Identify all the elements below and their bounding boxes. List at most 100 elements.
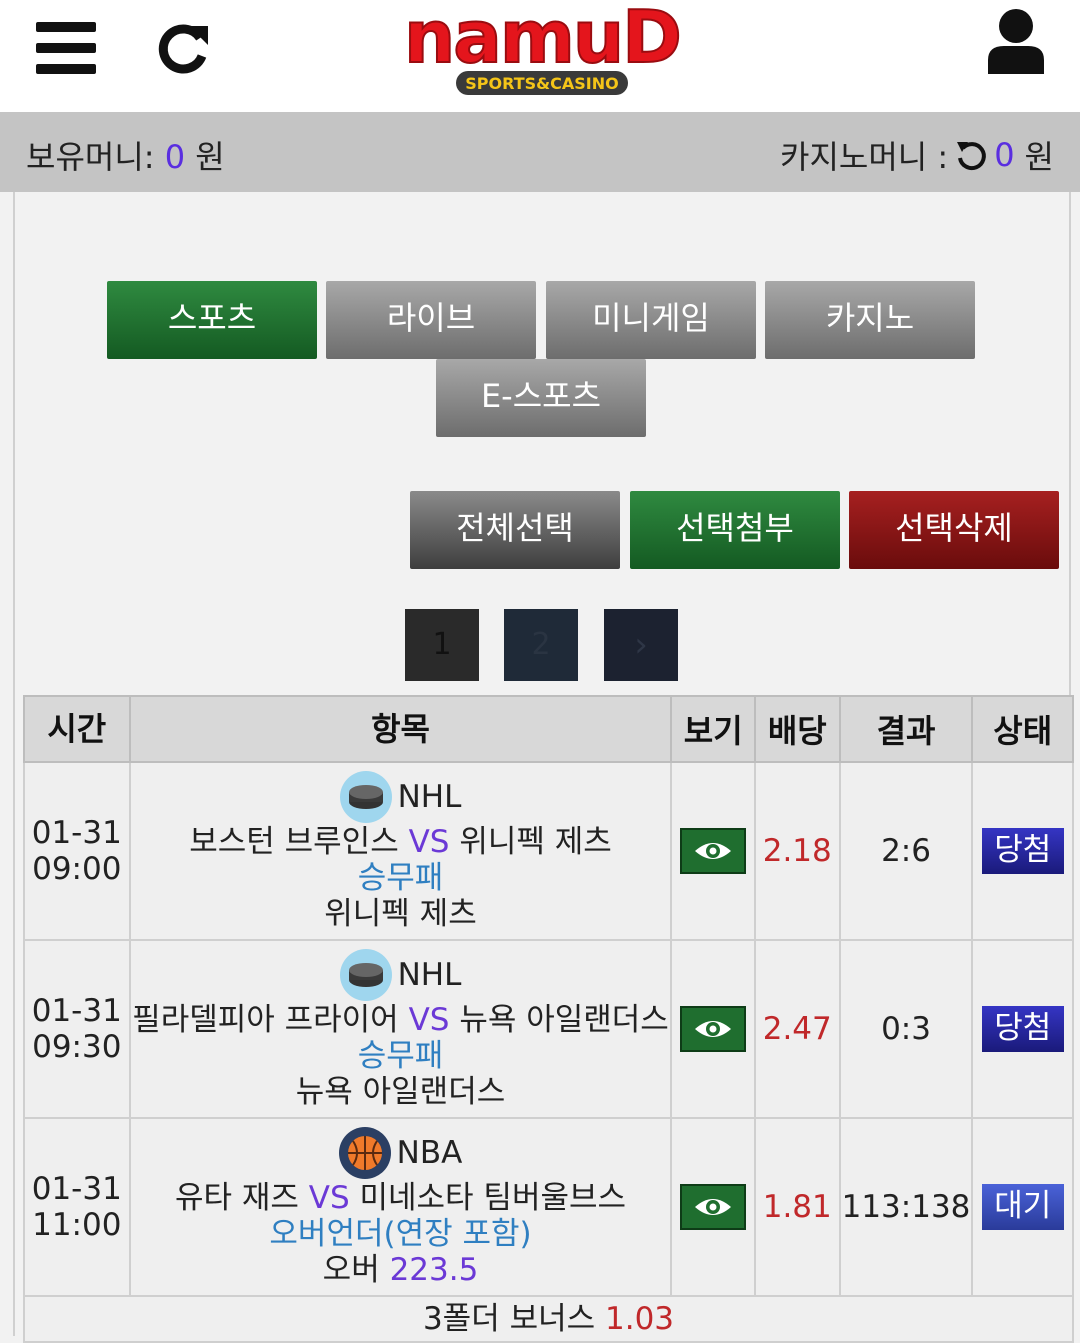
table-row: 01-31 09:30 NHL 필라델피아 프라이어 VS 뉴욕 아일랜더스 승… — [23, 939, 1074, 1119]
bet-time: 09:30 — [32, 1029, 122, 1065]
tab-casino[interactable]: 카지노 — [765, 281, 975, 359]
pick-line: 223.5 — [389, 1252, 479, 1288]
bet-type: 오버언더(연장 포함) — [269, 1216, 532, 1252]
away-team: 뉴욕 아일랜더스 — [459, 1002, 669, 1038]
home-team: 필라델피아 프라이어 — [132, 1002, 399, 1038]
hold-money-label: 보유머니: — [26, 138, 155, 176]
header-result: 결과 — [838, 695, 974, 763]
svg-text:SPORTS&CASINO: SPORTS&CASINO — [465, 74, 618, 93]
match-teams: 필라델피아 프라이어 VS 뉴욕 아일랜더스 — [131, 1002, 671, 1038]
time-cell: 01-31 09:30 — [23, 939, 131, 1119]
attach-selected-button[interactable]: 선택첨부 — [630, 491, 840, 569]
hamburger-menu-icon[interactable] — [36, 22, 96, 74]
away-team: 미네소타 팀버울브스 — [359, 1180, 627, 1216]
result-cell: 0:3 — [838, 939, 974, 1119]
eye-icon — [695, 1199, 732, 1215]
bet-date: 01-31 — [31, 993, 122, 1029]
vs-label: VS — [408, 1002, 450, 1038]
pick-text: 오버 — [322, 1252, 380, 1288]
bet-history-table: 시간 항목 보기 배당 결과 상태 01-31 09:00 NHL 보스턴 브루… — [23, 695, 1074, 1343]
tab-minigame[interactable]: 미니게임 — [546, 281, 756, 359]
league-name: NBA — [396, 1135, 463, 1171]
vs-label: VS — [408, 824, 450, 860]
view-cell — [670, 761, 756, 941]
status-cell: 대기 — [971, 1117, 1074, 1297]
match-cell: NHL 보스턴 브루인스 VS 위니펙 제츠 승무패 위니펙 제츠 — [128, 761, 673, 941]
odds-cell: 1.81 — [753, 1117, 841, 1297]
bet-type: 승무패 — [357, 860, 444, 896]
user-icon[interactable] — [986, 8, 1046, 74]
select-all-button[interactable]: 전체선택 — [410, 491, 620, 569]
hockey-puck-icon — [339, 771, 392, 823]
table-header-row: 시간 항목 보기 배당 결과 상태 — [23, 695, 1074, 763]
status-badge: 당첨 — [981, 1006, 1064, 1052]
page-2-button[interactable]: 2 — [504, 609, 578, 681]
league-line: NHL — [131, 948, 671, 1002]
casino-money-unit: 원 — [1024, 138, 1054, 176]
time-cell: 01-31 11:00 — [23, 1117, 131, 1297]
eye-icon — [695, 843, 732, 859]
league-line: NBA — [131, 1126, 671, 1180]
table-row: 01-31 09:00 NHL 보스턴 브루인스 VS 위니펙 제츠 승무패 위 — [23, 761, 1074, 941]
namud-logo[interactable]: namuD SPORTS&CASINO — [372, 0, 712, 100]
league-name: NHL — [397, 779, 462, 815]
bet-date: 01-31 — [31, 815, 122, 851]
tab-live[interactable]: 라이브 — [326, 281, 536, 359]
view-cell — [670, 939, 756, 1119]
vs-label: VS — [308, 1180, 350, 1216]
delete-selected-button[interactable]: 선택삭제 — [849, 491, 1059, 569]
casino-money-value: 0 — [994, 136, 1015, 174]
league-name: NHL — [397, 957, 462, 993]
status-cell: 당첨 — [971, 939, 1074, 1119]
page-1-button[interactable]: 1 — [405, 609, 479, 681]
hold-money-value: 0 — [164, 138, 186, 176]
bonus-cell: 3폴더 보너스 1.03 — [23, 1295, 1074, 1343]
refresh-icon[interactable] — [156, 20, 212, 76]
bet-pick: 오버 223.5 — [131, 1252, 671, 1288]
view-button[interactable] — [680, 1184, 747, 1230]
bonus-value: 1.03 — [605, 1301, 675, 1337]
status-cell: 당첨 — [971, 761, 1074, 941]
casino-money-label: 카지노머니 : — [780, 138, 949, 176]
header-odds: 배당 — [753, 695, 841, 763]
home-team: 유타 재즈 — [174, 1180, 299, 1216]
top-bar: namuD SPORTS&CASINO — [0, 0, 1080, 112]
pick-text: 뉴욕 아일랜더스 — [295, 1074, 506, 1110]
view-button[interactable] — [680, 828, 747, 874]
bet-time: 09:00 — [32, 851, 122, 887]
odds-cell: 2.18 — [753, 761, 841, 941]
bet-pick: 위니펙 제츠 — [131, 896, 671, 932]
bet-date: 01-31 — [31, 1171, 122, 1207]
view-cell — [670, 1117, 756, 1297]
hockey-puck-icon — [339, 949, 392, 1001]
header-view: 보기 — [670, 695, 756, 763]
next-page-button[interactable]: › — [604, 609, 678, 681]
header-status: 상태 — [971, 695, 1074, 763]
table-row: 01-31 11:00 NBA 유타 재즈 VS 미네소타 팀버울브스 오버언더… — [23, 1117, 1074, 1297]
bonus-row: 3폴더 보너스 1.03 — [23, 1295, 1074, 1343]
bet-time: 11:00 — [32, 1207, 122, 1243]
bet-type: 승무패 — [357, 1038, 444, 1074]
league-line: NHL — [131, 770, 671, 824]
tab-esports[interactable]: E-스포츠 — [436, 359, 646, 437]
bonus-label: 3폴더 보너스 — [422, 1301, 596, 1337]
hold-money: 보유머니: 0 원 — [26, 132, 225, 178]
view-button[interactable] — [680, 1006, 747, 1052]
match-teams: 보스턴 브루인스 VS 위니펙 제츠 — [131, 824, 671, 860]
bet-pick: 뉴욕 아일랜더스 — [131, 1074, 671, 1110]
pick-text: 위니펙 제츠 — [324, 896, 477, 932]
status-badge: 대기 — [981, 1184, 1064, 1230]
header-time: 시간 — [23, 695, 131, 763]
status-badge: 당첨 — [981, 828, 1064, 874]
odds-cell: 2.47 — [753, 939, 841, 1119]
eye-icon — [695, 1021, 732, 1037]
reload-casino-money-icon[interactable] — [954, 138, 988, 172]
result-cell: 113:138 — [838, 1117, 974, 1297]
money-bar: 보유머니: 0 원 카지노머니 : 0 원 — [0, 112, 1080, 192]
tab-sports[interactable]: 스포츠 — [107, 281, 317, 359]
home-team: 보스턴 브루인스 — [189, 824, 399, 860]
result-cell: 2:6 — [838, 761, 974, 941]
hold-money-unit: 원 — [195, 138, 225, 176]
header-item: 항목 — [128, 695, 673, 763]
away-team: 위니펙 제츠 — [459, 824, 612, 860]
